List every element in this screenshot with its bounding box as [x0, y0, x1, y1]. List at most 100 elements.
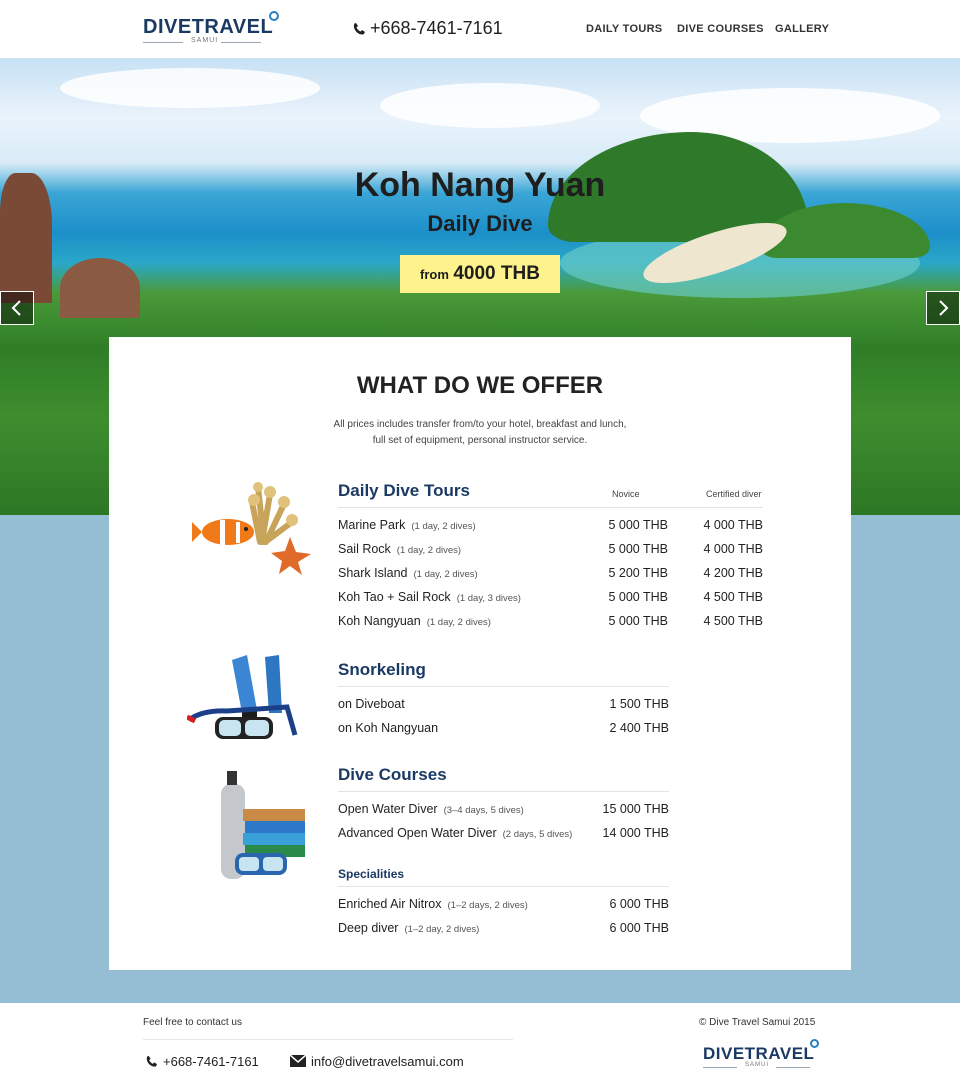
slider-next-button[interactable] [926, 291, 960, 325]
chevron-right-icon [939, 300, 949, 316]
section-divider [338, 686, 669, 687]
mail-icon [289, 1054, 307, 1067]
col-header-certified: Certified diver [706, 489, 762, 499]
snorkeling-title: Snorkeling [338, 660, 426, 679]
footer-email[interactable]: info@divetravelsamui.com [289, 1054, 464, 1069]
course-detail: (3–4 days, 5 dives) [443, 805, 524, 816]
site-logo[interactable]: DIVETRAVEL SAMUI [143, 10, 283, 46]
tour-detail: (1 day, 2 dives) [426, 617, 491, 628]
daily-tour-row[interactable]: Shark Island (1 day, 2 dives) 5 200 THB 4… [338, 566, 763, 586]
footer-phone[interactable]: +668-7461-7161 [145, 1054, 259, 1069]
logo-subtitle: SAMUI [191, 37, 219, 44]
offer-card: WHAT DO WE OFFER All prices includes tra… [109, 337, 851, 970]
slider-prev-button[interactable] [0, 291, 34, 325]
logo-text: DIVETRAVEL [703, 1044, 815, 1063]
speciality-row[interactable]: Deep diver (1–2 day, 2 dives) 6 000 THB [338, 921, 669, 941]
section-divider [338, 507, 763, 508]
tour-name: Koh Tao + Sail Rock [338, 590, 451, 604]
tank-books-icon [221, 771, 305, 879]
snorkel-mask-icon [187, 655, 298, 739]
hero-price-badge[interactable]: from 4000 THB [400, 255, 560, 293]
price-novice: 5 000 THB [608, 590, 668, 604]
tour-name: Shark Island [338, 566, 408, 580]
daily-tour-row[interactable]: Koh Nangyuan (1 day, 2 dives) 5 000 THB 4… [338, 614, 763, 634]
tour-detail: (1 day, 3 dives) [456, 593, 521, 604]
speciality-detail: (1–2 days, 2 dives) [447, 900, 528, 911]
cloud-shape [380, 83, 600, 128]
section-divider [338, 791, 669, 792]
nav-daily-tours[interactable]: DAILY TOURS [586, 23, 662, 35]
daily-tours-title: Daily Dive Tours [338, 481, 470, 500]
logo-bubble-icon [269, 11, 279, 21]
footer-email-address: info@divetravelsamui.com [311, 1054, 464, 1069]
price-amount: 4000 THB [453, 263, 540, 284]
course-name: Open Water Diver [338, 802, 438, 816]
phone-icon [146, 1055, 158, 1067]
tour-name: Sail Rock [338, 542, 391, 556]
rock-shape [60, 258, 140, 318]
footer-divider [143, 1039, 513, 1040]
chevron-left-icon [11, 300, 21, 316]
price-certified: 4 500 THB [703, 590, 763, 604]
daily-tour-row[interactable]: Marine Park (1 day, 2 dives) 5 000 THB 4 … [338, 518, 763, 538]
tour-name: Marine Park [338, 518, 406, 532]
price-certified: 4 000 THB [703, 542, 763, 556]
nav-dive-courses[interactable]: DIVE COURSES [677, 23, 764, 35]
snorkeling-name: on Diveboat [338, 697, 405, 711]
logo-subtitle: SAMUI [745, 1062, 770, 1068]
footer-copyright: © Dive Travel Samui 2015 [699, 1017, 816, 1028]
tour-detail: (1 day, 2 dives) [396, 545, 462, 556]
snorkeling-row[interactable]: on Diveboat 1 500 THB [338, 697, 669, 717]
offer-description: All prices includes transfer from/to you… [109, 417, 851, 449]
fish-coral-icon [192, 482, 311, 575]
footer-logo[interactable]: DIVETRAVEL SAMUI [703, 1039, 833, 1073]
dive-courses-title: Dive Courses [338, 765, 447, 784]
daily-tour-row[interactable]: Sail Rock (1 day, 2 dives) 5 000 THB 4 00… [338, 542, 763, 562]
nav-gallery[interactable]: GALLERY [775, 23, 829, 35]
snorkeling-price: 1 500 THB [609, 697, 669, 711]
tour-name: Koh Nangyuan [338, 614, 421, 628]
site-header: DIVETRAVEL SAMUI +668-7461-7161 DAILY TO… [0, 0, 960, 58]
course-row[interactable]: Open Water Diver (3–4 days, 5 dives) 15 0… [338, 802, 669, 822]
col-header-novice: Novice [612, 489, 640, 499]
speciality-detail: (1–2 day, 2 dives) [404, 924, 480, 935]
snorkeling-price: 2 400 THB [609, 721, 669, 735]
speciality-price: 6 000 THB [609, 897, 669, 911]
price-certified: 4 200 THB [703, 566, 763, 580]
header-phone[interactable]: +668-7461-7161 [352, 18, 503, 39]
price-novice: 5 000 THB [608, 542, 668, 556]
footer-contact-label: Feel free to contact us [143, 1017, 242, 1028]
snorkeling-row[interactable]: on Koh Nangyuan 2 400 THB [338, 721, 669, 741]
header-phone-number: +668-7461-7161 [370, 18, 503, 38]
cloud-shape [60, 68, 320, 108]
logo-bubble-icon [810, 1039, 819, 1048]
daily-tour-row[interactable]: Koh Tao + Sail Rock (1 day, 3 dives) 5 00… [338, 590, 763, 610]
logo-text: DIVETRAVEL [143, 16, 274, 38]
logo-divider [776, 1067, 810, 1068]
offer-title: WHAT DO WE OFFER [356, 372, 604, 399]
phone-icon [353, 23, 365, 35]
speciality-name: Enriched Air Nitrox [338, 897, 442, 911]
logo-divider [143, 42, 183, 43]
site-footer: Feel free to contact us +668-7461-7161 i… [0, 1003, 960, 1081]
course-price: 15 000 THB [602, 802, 669, 816]
snorkeling-name: on Koh Nangyuan [338, 721, 439, 735]
price-novice: 5 000 THB [608, 614, 668, 628]
footer-phone-number: +668-7461-7161 [163, 1054, 259, 1069]
price-certified: 4 000 THB [703, 518, 763, 532]
hero-title: Koh Nang Yuan [354, 166, 606, 204]
price-novice: 5 200 THB [608, 566, 668, 580]
tour-detail: (1 day, 2 dives) [413, 569, 478, 580]
hero-subtitle: Daily Dive [427, 211, 533, 236]
course-price: 14 000 THB [602, 826, 669, 840]
course-name: Advanced Open Water Diver [338, 826, 497, 840]
tour-detail: (1 day, 2 dives) [411, 521, 476, 532]
section-divider [338, 886, 669, 887]
course-detail: (2 days, 5 dives) [502, 829, 573, 840]
offer-description-line: full set of equipment, personal instruct… [372, 435, 588, 446]
speciality-price: 6 000 THB [609, 921, 669, 935]
speciality-row[interactable]: Enriched Air Nitrox (1–2 days, 2 dives) 6… [338, 897, 669, 917]
offer-description-line: All prices includes transfer from/to you… [333, 419, 627, 430]
logo-divider [221, 42, 261, 43]
course-row[interactable]: Advanced Open Water Diver (2 days, 5 dive… [338, 826, 669, 846]
